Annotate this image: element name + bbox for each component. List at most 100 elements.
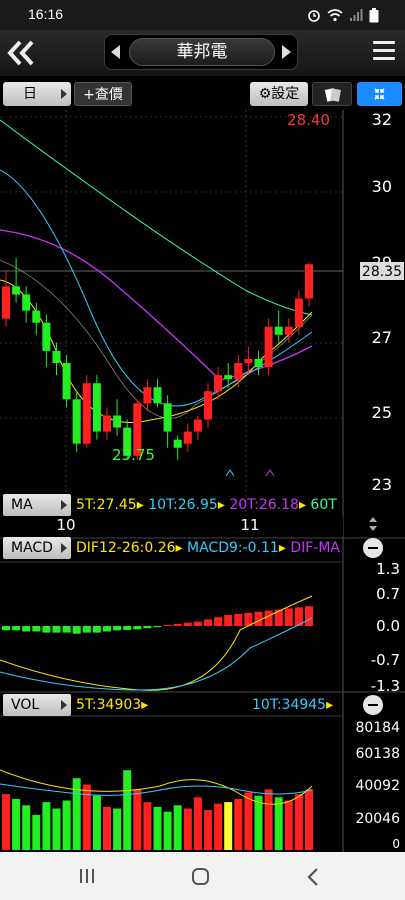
macd-bar [103, 626, 111, 632]
macd-bar [173, 623, 182, 626]
macd-arrow-icon [61, 543, 67, 553]
ma60-value: 60T [310, 497, 337, 513]
vol-collapse-icon[interactable] [363, 695, 383, 715]
volume-bar [113, 808, 122, 850]
y-tick-23: 23 [372, 475, 392, 494]
settings-button[interactable]: ⚙設定 [250, 82, 308, 106]
volume-bar [62, 800, 71, 850]
volume-bar [143, 802, 152, 850]
menu-icon[interactable] [373, 41, 395, 63]
macd-bar [254, 611, 263, 626]
prev-stock-icon[interactable] [111, 45, 120, 59]
signal-icon [350, 9, 363, 21]
vol-tag-button[interactable]: VOL [3, 694, 71, 716]
volume-bar [254, 795, 263, 850]
volume-bar [284, 800, 293, 850]
query-button[interactable]: +查價 [74, 82, 132, 106]
macd-bar [153, 626, 162, 628]
ma5-value: 5T:27.45 [76, 497, 137, 513]
x-tick-10: 10 [56, 516, 75, 534]
collapse-icon [374, 88, 385, 100]
vol-y-tick: 20046 [355, 811, 400, 827]
cards-icon [324, 88, 341, 102]
volume-bar [92, 795, 101, 850]
low-price-label: 23.75 [112, 446, 155, 464]
y-tick-25: 25 [372, 403, 392, 422]
volume-bar [224, 802, 233, 850]
settings-label: 設定 [271, 86, 300, 102]
macd-y-tick: -0.7 [371, 651, 400, 669]
back-nav-icon[interactable] [306, 867, 320, 887]
volume-bar [123, 770, 132, 850]
candle [72, 391, 81, 452]
gear-icon: ⚙ [258, 86, 272, 102]
macd-bar [234, 613, 243, 626]
macd-bar [183, 622, 192, 626]
ma-tag-label: MA [11, 497, 33, 513]
volume-bar [12, 798, 21, 850]
candle [264, 318, 273, 376]
volume-bar [133, 789, 142, 850]
vol-arrow-icon [61, 700, 67, 710]
y-tick-27: 27 [372, 328, 392, 347]
recent-apps-icon[interactable] [78, 868, 96, 884]
macd-bar [133, 626, 142, 630]
macd-bar [2, 626, 10, 631]
macd-bar [82, 626, 91, 633]
ma10-value: 10T:26.95 [148, 497, 218, 513]
vol-y-tick: 80184 [355, 720, 400, 736]
resize-icon[interactable] [369, 517, 377, 531]
macd-bar [163, 624, 172, 626]
volume-bar [42, 802, 51, 850]
status-bar: 16:16 [0, 0, 405, 30]
volume-bar [103, 806, 111, 850]
next-stock-icon[interactable] [282, 45, 291, 59]
home-icon[interactable] [191, 867, 211, 887]
compare-button[interactable] [312, 82, 352, 106]
macd-legend: DIF12-26:0.26▸ MACD9:-0.11▸ DIF-MA [76, 540, 340, 556]
macd-y-tick: 0.7 [376, 585, 400, 603]
vol-y-tick: 0 [392, 837, 400, 851]
current-price: 28.35 [362, 264, 402, 280]
ma20-value: 20T:26.18 [229, 497, 299, 513]
macd-bar [72, 626, 81, 634]
fullscreen-button[interactable] [357, 82, 402, 106]
macd-collapse-icon[interactable] [363, 538, 383, 558]
macd-bar [214, 617, 223, 626]
macd-bar [113, 626, 122, 631]
vol-legend-5: 5T:34903▸ [76, 697, 149, 713]
macd9-value: MACD9:-0.11 [187, 540, 279, 556]
macd-bar [143, 626, 152, 629]
period-label: 日 [23, 86, 37, 102]
volume-bar [183, 808, 192, 850]
kline-chart[interactable]: 32 30 29 27 25 23 28.35 28.40 23.75 10 1… [0, 110, 405, 852]
y-tick-32: 32 [372, 110, 392, 129]
vol5-value: 5T:34903 [76, 697, 142, 713]
header: 華邦電 [0, 30, 405, 76]
dif-value: DIF12-26:0.26 [76, 540, 176, 556]
macd-bar [12, 626, 21, 631]
volume-bar [264, 789, 273, 850]
period-button[interactable]: 日 [3, 82, 71, 106]
volume-bar [173, 805, 182, 850]
y-tick-30: 30 [372, 177, 392, 196]
x-tick-11: 11 [240, 516, 259, 534]
stock-name[interactable]: 華邦電 [129, 38, 275, 66]
vol-y-tick: 60138 [355, 746, 400, 762]
ma-tag-button[interactable]: MA [3, 494, 71, 516]
volume-bar [305, 789, 313, 850]
vol-y-tick: 40092 [355, 778, 400, 794]
volume-bar [22, 805, 31, 850]
volume-bar [32, 814, 41, 850]
status-time: 16:16 [28, 6, 64, 22]
volume-bar [2, 794, 10, 850]
macd-bar [52, 626, 61, 633]
macd-bar [204, 619, 212, 626]
macd-bar [123, 626, 132, 630]
high-price-label: 28.40 [287, 111, 330, 129]
dif-ma-value: DIF-MA [290, 540, 340, 556]
back-icon[interactable] [6, 38, 40, 68]
macd-tag-button[interactable]: MACD [3, 537, 71, 559]
macd-bar [284, 608, 293, 626]
volume-bars [2, 770, 313, 850]
